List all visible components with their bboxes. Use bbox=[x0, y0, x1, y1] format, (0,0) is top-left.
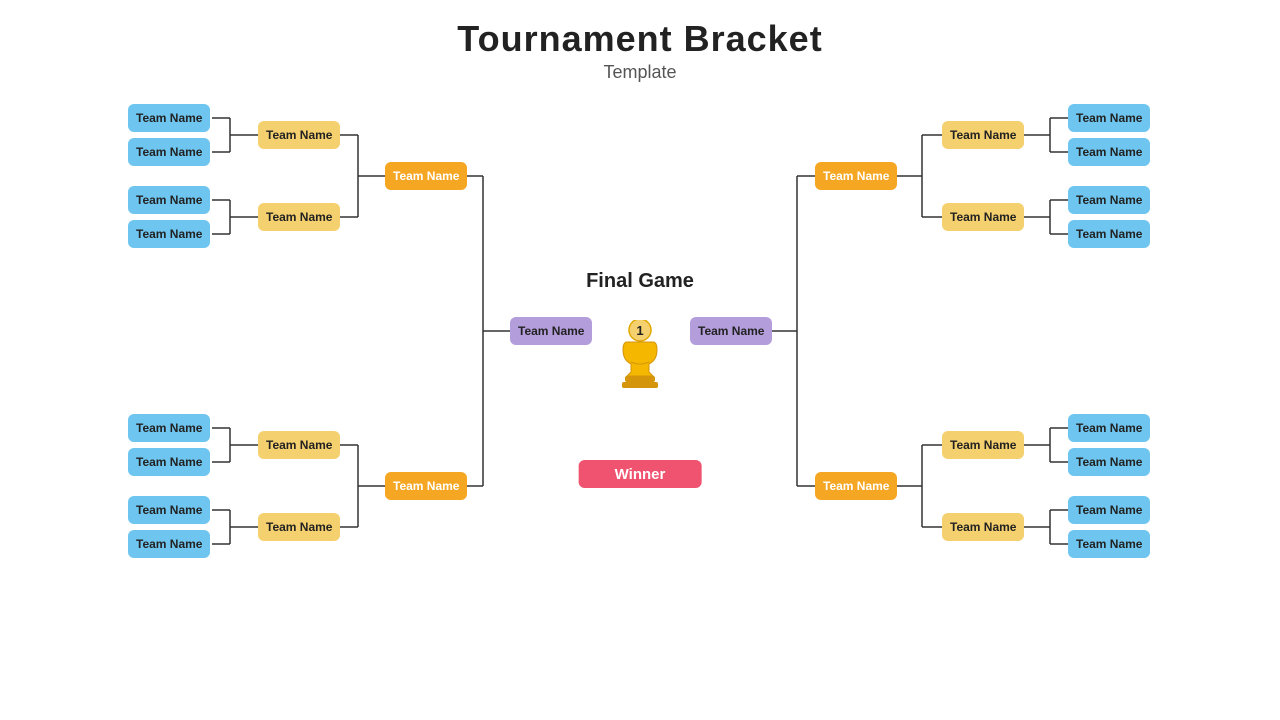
final-game-label: Final Game bbox=[586, 270, 694, 293]
team-r5-2[interactable]: Team Name bbox=[942, 513, 1024, 541]
team-r1-3[interactable]: Team Name bbox=[1068, 186, 1150, 214]
team-r4-4[interactable]: Team Name bbox=[1068, 530, 1150, 558]
team-r4-2[interactable]: Team Name bbox=[1068, 448, 1150, 476]
team-r2-2[interactable]: Team Name bbox=[942, 203, 1024, 231]
team-l5-1[interactable]: Team Name bbox=[258, 431, 340, 459]
team-r1-1[interactable]: Team Name bbox=[1068, 104, 1150, 132]
svg-text:1: 1 bbox=[636, 323, 643, 338]
team-l6-1[interactable]: Team Name bbox=[385, 472, 467, 500]
team-r1-4[interactable]: Team Name bbox=[1068, 220, 1150, 248]
team-r6-1[interactable]: Team Name bbox=[815, 472, 897, 500]
team-l4-2[interactable]: Team Name bbox=[128, 448, 210, 476]
team-r4-1[interactable]: Team Name bbox=[1068, 414, 1150, 442]
page-title: Tournament Bracket bbox=[0, 0, 1280, 60]
team-finalist-left[interactable]: Team Name bbox=[510, 317, 592, 345]
team-l1-4[interactable]: Team Name bbox=[128, 220, 210, 248]
team-finalist-right[interactable]: Team Name bbox=[690, 317, 772, 345]
team-l4-3[interactable]: Team Name bbox=[128, 496, 210, 524]
team-r1-2[interactable]: Team Name bbox=[1068, 138, 1150, 166]
team-l4-4[interactable]: Team Name bbox=[128, 530, 210, 558]
team-r2-1[interactable]: Team Name bbox=[942, 121, 1024, 149]
team-l1-3[interactable]: Team Name bbox=[128, 186, 210, 214]
winner-box[interactable]: Winner bbox=[579, 460, 702, 488]
page-subtitle: Template bbox=[0, 62, 1280, 83]
team-l3-1[interactable]: Team Name bbox=[385, 162, 467, 190]
team-l2-2[interactable]: Team Name bbox=[258, 203, 340, 231]
trophy-container: 1 bbox=[605, 320, 675, 400]
team-l2-1[interactable]: Team Name bbox=[258, 121, 340, 149]
team-l1-2[interactable]: Team Name bbox=[128, 138, 210, 166]
team-r3-1[interactable]: Team Name bbox=[815, 162, 897, 190]
team-r5-1[interactable]: Team Name bbox=[942, 431, 1024, 459]
team-l4-1[interactable]: Team Name bbox=[128, 414, 210, 442]
team-r4-3[interactable]: Team Name bbox=[1068, 496, 1150, 524]
page: Tournament Bracket Template bbox=[0, 0, 1280, 720]
final-game-section: Final Game bbox=[586, 270, 694, 297]
team-l5-2[interactable]: Team Name bbox=[258, 513, 340, 541]
team-l1-1[interactable]: Team Name bbox=[128, 104, 210, 132]
